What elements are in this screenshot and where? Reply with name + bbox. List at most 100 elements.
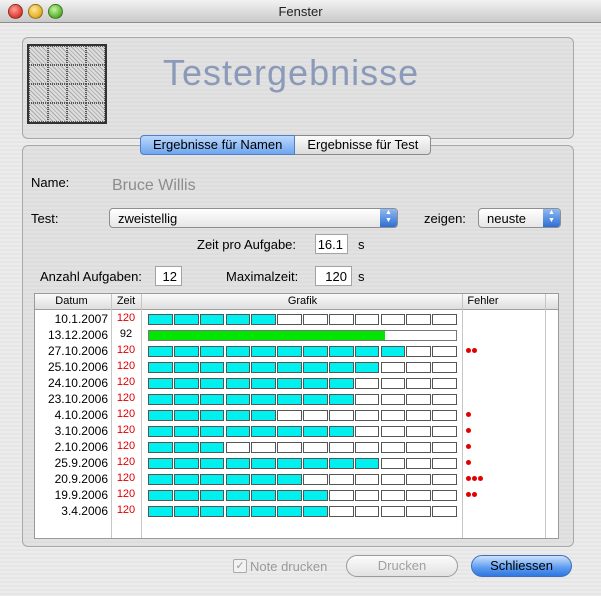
table-row[interactable]: 3.10.2006 120 [35, 423, 558, 439]
progress-segment [148, 346, 173, 357]
progress-segment [354, 474, 380, 485]
checkmark-icon: ✓ [235, 560, 245, 572]
tab-results-by-test[interactable]: Ergebnisse für Test [295, 135, 432, 155]
progress-segment [432, 490, 457, 501]
progress-segment [173, 506, 199, 517]
progress-segment [380, 490, 406, 501]
test-select[interactable]: zweistellig ▲ ▼ [109, 208, 398, 228]
progress-graphic [148, 426, 457, 437]
table-row[interactable]: 25.9.2006 120 [35, 455, 558, 471]
task-count-field[interactable]: 12 [155, 266, 182, 286]
column-date[interactable]: Datum [35, 295, 108, 307]
progress-segment [406, 362, 432, 373]
row-date: 4.10.2006 [54, 408, 108, 422]
time-per-task-field[interactable]: 16.1 [315, 234, 348, 254]
row-errors [466, 394, 536, 402]
progress-segment [251, 490, 277, 501]
max-time-unit: s [358, 269, 365, 284]
progress-segment [251, 426, 277, 437]
progress-segment [354, 458, 380, 469]
name-label: Name: [31, 175, 70, 190]
progress-segment [277, 506, 302, 517]
tab-results-by-name[interactable]: Ergebnisse für Namen [140, 135, 296, 155]
page-title: Testergebnisse [163, 52, 420, 93]
up-down-arrows-icon: ▲ ▼ [543, 209, 560, 227]
progress-segment [225, 490, 251, 501]
progress-segment [251, 362, 277, 373]
table-row[interactable]: 20.9.2006 120 [35, 471, 558, 487]
error-dot-icon [466, 476, 471, 481]
print-button[interactable]: Drucken [346, 555, 458, 577]
progress-segment [199, 362, 225, 373]
table-row[interactable]: 27.10.2006 120 [35, 343, 558, 359]
max-time-field[interactable]: 120 [315, 266, 352, 286]
row-date: 23.10.2006 [47, 392, 108, 406]
row-errors [466, 314, 536, 322]
progress-segment [406, 474, 432, 485]
row-errors [466, 506, 536, 514]
progress-segment [303, 378, 328, 389]
progress-segment [354, 490, 380, 501]
results-table[interactable]: Datum Zeit Grafik Fehler 10.1.2007 120 13.… [34, 293, 559, 539]
progress-segment [225, 362, 251, 373]
progress-segment [354, 506, 380, 517]
progress-segment [251, 394, 277, 405]
row-time: 120 [116, 408, 136, 420]
progress-segment [148, 426, 173, 437]
row-time: 120 [116, 312, 136, 324]
table-header: Datum Zeit Grafik Fehler [35, 294, 558, 310]
progress-segment [148, 314, 173, 325]
row-errors [466, 362, 536, 370]
test-label: Test: [31, 211, 59, 226]
progress-segment [225, 378, 251, 389]
row-errors [466, 426, 536, 434]
table-row[interactable]: 13.12.2006 92 [35, 327, 558, 343]
column-graphic[interactable]: Grafik [143, 295, 462, 307]
progress-segment [251, 346, 277, 357]
progress-segment [277, 378, 302, 389]
error-dot-icon [466, 348, 471, 353]
show-select[interactable]: neuste ▲ ▼ [478, 208, 561, 228]
table-row[interactable]: 2.10.2006 120 [35, 439, 558, 455]
progress-segment [199, 458, 225, 469]
progress-segment [380, 442, 406, 453]
progress-segment [225, 314, 251, 325]
table-row[interactable]: 24.10.2006 120 [35, 375, 558, 391]
table-row[interactable]: 4.10.2006 120 [35, 407, 558, 423]
table-row[interactable]: 25.10.2006 120 [35, 359, 558, 375]
progress-segment [173, 490, 199, 501]
progress-segment [173, 378, 199, 389]
progress-segment [406, 458, 432, 469]
column-errors[interactable]: Fehler [463, 295, 503, 307]
progress-segment [148, 410, 173, 421]
table-row[interactable]: 23.10.2006 120 [35, 391, 558, 407]
row-time: 120 [116, 392, 136, 404]
print-note-checkbox[interactable]: ✓ [233, 559, 247, 573]
progress-segment [328, 378, 354, 389]
progress-segment [277, 474, 302, 485]
progress-segment [380, 506, 406, 517]
progress-segment [148, 490, 173, 501]
table-row[interactable]: 10.1.2007 120 [35, 311, 558, 327]
progress-segment [173, 346, 199, 357]
error-dot-icon [478, 476, 483, 481]
progress-segment [406, 410, 432, 421]
progress-segment [406, 314, 432, 325]
progress-segment [148, 442, 173, 453]
title-bar: Fenster [0, 0, 601, 23]
close-button[interactable]: Schliessen [471, 555, 572, 577]
progress-segment [277, 490, 302, 501]
progress-segment [148, 506, 173, 517]
up-down-arrows-icon: ▲ ▼ [380, 209, 397, 227]
error-dot-icon [466, 428, 471, 433]
table-row[interactable]: 3.4.2006 120 [35, 503, 558, 519]
column-time[interactable]: Zeit [113, 295, 139, 307]
progress-segment [225, 394, 251, 405]
progress-segment [277, 458, 302, 469]
row-errors [466, 330, 536, 338]
progress-segment [354, 378, 380, 389]
progress-graphic [148, 314, 457, 325]
progress-graphic [148, 410, 457, 421]
table-row[interactable]: 19.9.2006 120 [35, 487, 558, 503]
row-errors [466, 378, 536, 386]
